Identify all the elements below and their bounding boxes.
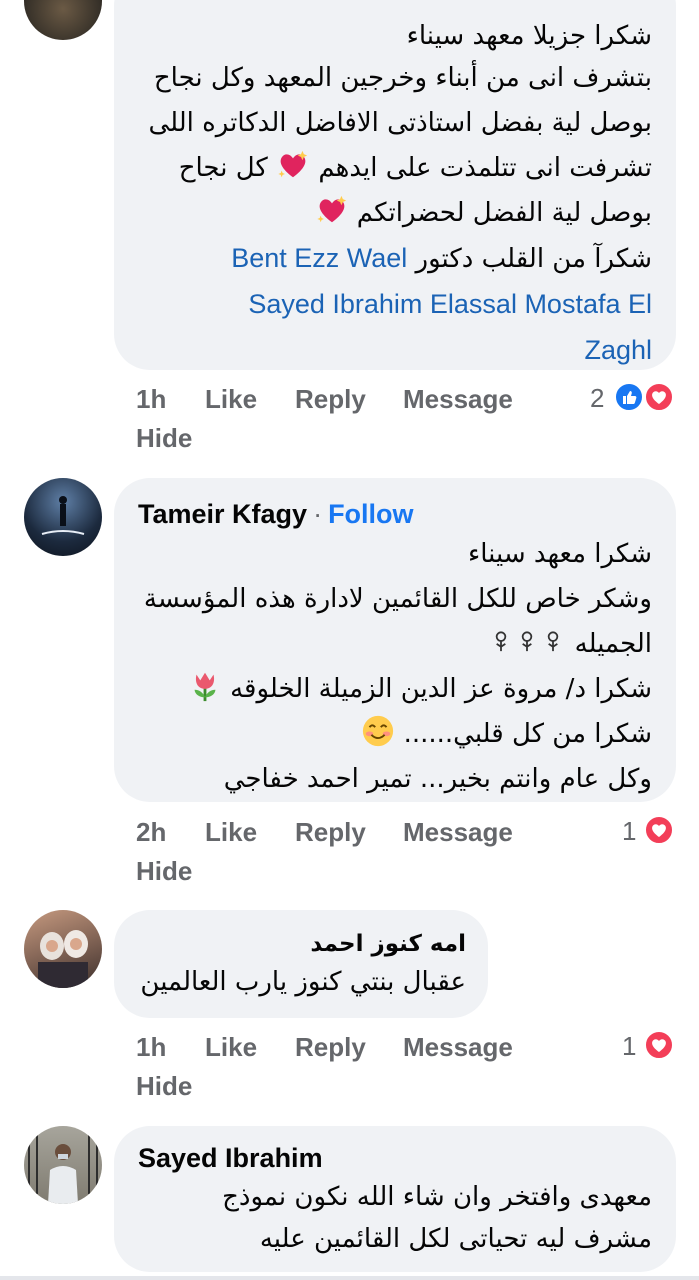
reply-button[interactable]: Reply xyxy=(295,817,366,848)
follow-button[interactable]: Follow xyxy=(328,499,413,529)
like-button[interactable]: Like xyxy=(205,384,257,415)
author-name[interactable]: Sayed Ibrahim xyxy=(138,1143,323,1173)
comment-line: عقبال بنتي كنوز يارب العالمين xyxy=(140,967,466,997)
comment-bubble: Sayed Ibrahim معهدى وافتخر وان شاء الله … xyxy=(114,1126,676,1272)
avatar-image xyxy=(38,930,88,988)
hide-button[interactable]: Hide xyxy=(136,423,192,454)
comment-author[interactable]: امه كنوز احمد xyxy=(136,926,466,962)
comment-line: بتشرف انى من أبناء وخرجين المعهد وكل نجا… xyxy=(153,63,652,93)
timestamp[interactable]: 1h xyxy=(136,384,166,415)
comment-line: شكرا من كل قلبي...... xyxy=(138,712,652,757)
comment-bubble: شكرا جزيلا معهد سيناء بتشرف انى من أبناء… xyxy=(114,0,676,370)
smiling-face-icon xyxy=(363,715,394,747)
comment-line: بوصل لية الفضل لحضراتكم xyxy=(138,191,652,236)
comment-line: شكرا جزيلا معهد سيناء xyxy=(406,21,652,51)
separator: · xyxy=(313,499,323,529)
avatar[interactable] xyxy=(24,478,102,556)
sparkling-heart-icon xyxy=(316,195,346,223)
message-button[interactable]: Message xyxy=(403,1032,513,1063)
mention-link[interactable]: Zaghl xyxy=(584,335,652,365)
comment-author: Tameir Kfagy · Follow xyxy=(138,496,652,532)
comment-text: الجميله xyxy=(574,629,652,659)
like-button[interactable]: Like xyxy=(205,817,257,848)
timestamp[interactable]: 2h xyxy=(136,817,166,848)
comment-text: كل نجاح xyxy=(178,153,268,183)
message-button[interactable]: Message xyxy=(403,817,513,848)
bottom-divider xyxy=(0,1276,699,1280)
heart-icon[interactable] xyxy=(644,815,674,845)
heart-icon[interactable] xyxy=(644,1030,674,1060)
comment-bubble: امه كنوز احمد عقبال بنتي كنوز يارب العال… xyxy=(114,910,488,1018)
comment-text: بوصل لية الفضل لحضراتكم xyxy=(356,198,652,228)
sparkling-heart-icon xyxy=(278,150,308,178)
heart-icon[interactable] xyxy=(644,382,674,412)
comment-author: Sayed Ibrahim xyxy=(138,1140,652,1176)
timestamp[interactable]: 1h xyxy=(136,1032,166,1063)
comment-text: تشرفت انى تتلمذت على ايدهم xyxy=(318,153,652,183)
comment-bubble: Tameir Kfagy · Follow شكرا معهد سيناء وشكر… xyxy=(114,478,676,802)
author-name[interactable]: Tameir Kfagy xyxy=(138,499,307,529)
comment-line: مشرف ليه تحياتى لكل القائمين عليه xyxy=(259,1224,652,1254)
rosette-icon xyxy=(496,631,507,652)
reaction-count[interactable]: 2 xyxy=(590,383,604,414)
reply-button[interactable]: Reply xyxy=(295,1032,366,1063)
avatar[interactable] xyxy=(24,0,102,40)
avatar[interactable] xyxy=(24,910,102,988)
comment-line: Sayed Ibrahim Elassal Mostafa El xyxy=(138,282,652,328)
message-button[interactable]: Message xyxy=(403,384,513,415)
comment-line: شكرا معهد سيناء xyxy=(468,539,652,569)
avatar[interactable] xyxy=(24,1126,102,1204)
comment-line: بوصل لية بفضل استاذتى الافاضل الدكاتره ا… xyxy=(148,108,652,138)
comment-line: شكرآ من القلب دكتور Bent Ezz Wael xyxy=(138,236,652,282)
hide-button[interactable]: Hide xyxy=(136,1071,192,1102)
comment-text: شكرآ من القلب دكتور xyxy=(415,244,652,274)
like-button[interactable]: Like xyxy=(205,1032,257,1063)
like-icon[interactable] xyxy=(614,382,644,412)
avatar-image xyxy=(41,496,85,535)
tulip-icon xyxy=(194,672,216,702)
comment-line: وكل عام وانتم بخير... تمير احمد خفاجي xyxy=(223,764,652,794)
avatar-image xyxy=(28,1134,98,1204)
reply-button[interactable]: Reply xyxy=(295,384,366,415)
hide-button[interactable]: Hide xyxy=(136,856,192,887)
reaction-count[interactable]: 1 xyxy=(622,816,636,847)
reaction-count[interactable]: 1 xyxy=(622,1031,636,1062)
comment-line: الجميله xyxy=(138,622,652,667)
comment-line: Zaghl xyxy=(138,328,652,374)
mention-link[interactable]: Sayed Ibrahim Elassal Mostafa El xyxy=(248,289,652,319)
comment-text: شكرا د/ مروة عز الدين الزميلة الخلوقه xyxy=(230,674,652,704)
comment-line: تشرفت انى تتلمذت على ايدهم كل نجاح xyxy=(138,146,652,191)
rosette-icon xyxy=(548,631,559,652)
comment-line: معهدى وافتخر وان شاء الله نكون نموذج xyxy=(222,1182,652,1212)
comment-line: شكرا د/ مروة عز الدين الزميلة الخلوقه xyxy=(138,667,652,712)
rosette-icon xyxy=(522,631,533,652)
comment-line: وشكر خاص للكل القائمين لادارة هذه المؤسس… xyxy=(143,584,652,614)
mention-link[interactable]: Bent Ezz Wael xyxy=(231,243,407,273)
comment-text: شكرا من كل قلبي...... xyxy=(403,719,652,749)
